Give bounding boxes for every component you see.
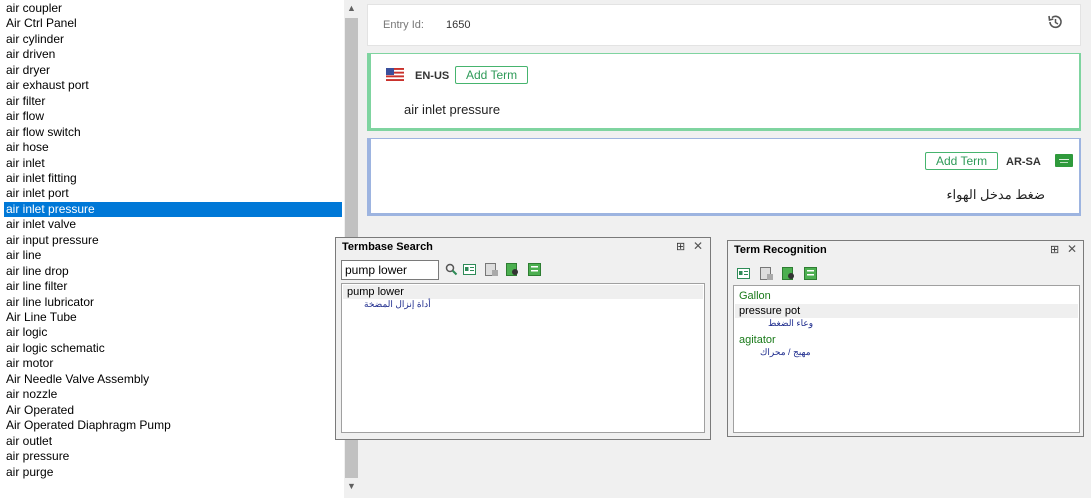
term-list-item[interactable]: air inlet (4, 156, 342, 172)
entry-id-card: Entry Id: 1650 (367, 4, 1081, 46)
term-recognition-panel: Term Recognition ⊞ ✕ Gallon pressure pot… (727, 240, 1084, 437)
search-icon[interactable] (445, 263, 458, 276)
language-card-ar-sa: Add Term AR-SA ضغط مدخل الهواء (367, 138, 1081, 216)
term-view-icon[interactable] (737, 267, 750, 280)
list-icon[interactable] (760, 267, 773, 280)
term-list-item[interactable]: air line (4, 248, 342, 264)
pin-icon[interactable]: ⊞ (1050, 243, 1059, 256)
close-icon[interactable]: ✕ (1067, 242, 1077, 256)
term-list-item[interactable]: air flow switch (4, 125, 342, 141)
term-list-item[interactable]: air logic schematic (4, 341, 342, 357)
recognized-term[interactable]: Gallon (735, 289, 1078, 303)
term-list-item[interactable]: air inlet valve (4, 217, 342, 233)
sa-flag-icon (1055, 154, 1073, 167)
term-list-item[interactable]: air nozzle (4, 387, 342, 403)
term-view-icon[interactable] (463, 263, 476, 276)
termbase-results: pump lower أداة إنزال المضخة (341, 283, 705, 433)
list-icon[interactable] (485, 263, 498, 276)
sort-az-icon[interactable] (804, 267, 817, 280)
settings-icon[interactable] (782, 267, 795, 280)
language-code-en-us: EN-US (415, 70, 450, 82)
pin-icon[interactable]: ⊞ (676, 240, 685, 253)
recognized-term-translation: وعاء الضغط (768, 318, 814, 328)
term-list-item[interactable]: air inlet port (4, 186, 342, 202)
term-list-item[interactable]: air outlet (4, 434, 342, 450)
term-list-item[interactable]: air purge (4, 465, 342, 481)
panel-title: Termbase Search (342, 241, 433, 253)
language-card-en-us: EN-US Add Term air inlet pressure (367, 53, 1081, 131)
term-list-item[interactable]: air hose (4, 140, 342, 156)
add-term-button-ar-sa[interactable]: Add Term (925, 152, 999, 170)
settings-icon[interactable] (506, 263, 519, 276)
term-list-item[interactable]: air cylinder (4, 32, 342, 48)
term-list-item[interactable]: Air Operated (4, 403, 342, 419)
term-list-item[interactable]: air pressure (4, 449, 342, 465)
term-list-item[interactable]: air input pressure (4, 233, 342, 249)
term-text-en-us[interactable]: air inlet pressure (404, 102, 500, 117)
scroll-down-icon[interactable]: ▼ (344, 478, 359, 494)
term-list-item[interactable]: air logic (4, 325, 342, 341)
term-text-ar-sa[interactable]: ضغط مدخل الهواء (946, 187, 1045, 203)
recognized-term-translation: مهيج / محراك (760, 347, 811, 357)
language-code-ar-sa: AR-SA (1006, 156, 1041, 168)
term-list-item[interactable]: air line lubricator (4, 295, 342, 311)
term-list-item[interactable]: air exhaust port (4, 78, 342, 94)
term-recognition-results: Gallon pressure pot وعاء الضغط agitator … (733, 285, 1080, 433)
termbase-result-translation: أداة إنزال المضخة (364, 299, 431, 309)
recognized-term[interactable]: agitator (735, 333, 1078, 347)
term-list-item[interactable]: air motor (4, 356, 342, 372)
term-list-item[interactable]: air flow (4, 109, 342, 125)
entry-id-value: 1650 (446, 19, 471, 31)
term-list-item[interactable]: air coupler (4, 1, 342, 17)
termbase-search-panel: Termbase Search ⊞ ✕ pump lower أداة إنزا… (335, 237, 711, 440)
term-list-item[interactable]: air driven (4, 47, 342, 63)
term-list-item[interactable]: air filter (4, 94, 342, 110)
add-term-button-en-us[interactable]: Add Term (455, 66, 529, 84)
scroll-up-icon[interactable]: ▲ (344, 0, 359, 16)
termbase-result-term[interactable]: pump lower (343, 285, 703, 299)
term-list-item[interactable]: air line drop (4, 264, 342, 280)
term-list-item[interactable]: Air Ctrl Panel (4, 16, 342, 32)
close-icon[interactable]: ✕ (693, 239, 703, 253)
term-list-item[interactable]: air line filter (4, 279, 342, 295)
history-icon[interactable] (1046, 13, 1064, 31)
term-list: air coupler Air Ctrl Panel air cylinder air… (0, 0, 344, 498)
term-list-item[interactable]: air inlet pressure (4, 201, 342, 218)
termbase-search-input[interactable] (341, 260, 439, 280)
term-list-item[interactable]: Air Operated Diaphragm Pump (4, 418, 342, 434)
term-list-item[interactable]: air dryer (4, 63, 342, 79)
term-list-item[interactable]: air inlet fitting (4, 171, 342, 187)
term-list-item[interactable]: Air Line Tube (4, 310, 342, 326)
panel-title: Term Recognition (734, 244, 827, 256)
recognized-term[interactable]: pressure pot (735, 304, 1078, 318)
entry-id-label: Entry Id: (383, 19, 424, 31)
us-flag-icon (386, 68, 404, 81)
term-list-item[interactable]: Air Needle Valve Assembly (4, 372, 342, 388)
sort-az-icon[interactable] (528, 263, 541, 276)
